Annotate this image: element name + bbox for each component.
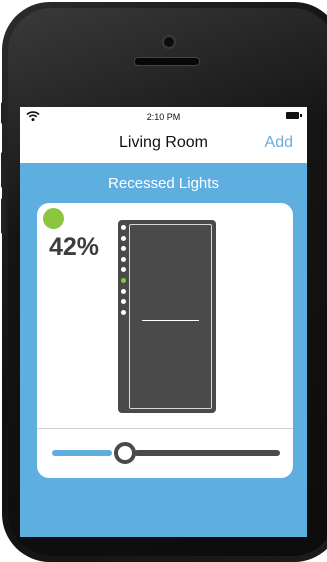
dimmer-led bbox=[121, 309, 126, 315]
status-time: 2:10 PM bbox=[146, 112, 181, 122]
dimmer-paddle[interactable] bbox=[129, 224, 212, 409]
brightness-slider[interactable] bbox=[52, 441, 280, 465]
light-level-readout: 42% bbox=[49, 233, 100, 261]
dimmer-led bbox=[121, 288, 126, 294]
dimmer-led-active bbox=[121, 278, 126, 283]
dimmer-led bbox=[121, 299, 126, 305]
slider-thumb[interactable] bbox=[113, 442, 136, 464]
device-card: 42% bbox=[37, 203, 293, 478]
dimmer-led bbox=[121, 225, 126, 230]
dimmer-led bbox=[121, 235, 126, 241]
slider-track-filled bbox=[52, 450, 112, 456]
dimmer-led bbox=[121, 256, 126, 262]
phone-screen: 2:10 PM Living Room Add Recessed Lights … bbox=[20, 107, 307, 537]
on-status-dot bbox=[43, 208, 64, 229]
dimmer-led bbox=[121, 267, 126, 273]
volume-down-button bbox=[1, 198, 5, 234]
battery-icon bbox=[286, 112, 302, 119]
section-title: Recessed Lights bbox=[108, 175, 219, 192]
navigation-bar: Living Room Add bbox=[20, 127, 307, 163]
slider-track-remaining bbox=[133, 450, 280, 456]
volume-up-button bbox=[1, 152, 5, 188]
paddle-divider-line bbox=[142, 320, 199, 321]
add-button[interactable]: Add bbox=[265, 134, 293, 152]
content-area: Recessed Lights 42% bbox=[20, 163, 307, 537]
status-bar: 2:10 PM bbox=[20, 107, 307, 127]
front-camera bbox=[162, 35, 176, 49]
dimmer-led bbox=[121, 246, 126, 252]
card-divider bbox=[37, 428, 293, 429]
dimmer-switch[interactable] bbox=[118, 220, 216, 413]
mute-switch bbox=[1, 102, 5, 124]
earpiece-speaker bbox=[134, 57, 200, 66]
